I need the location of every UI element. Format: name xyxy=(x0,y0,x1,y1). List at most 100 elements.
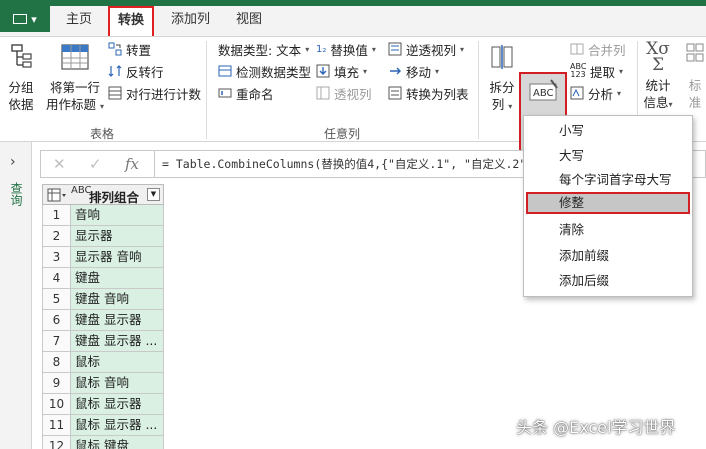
table-row[interactable]: 9 鼠标 音响 xyxy=(42,373,164,394)
fill-label: 填充 xyxy=(334,64,360,80)
row-index: 9 xyxy=(43,373,71,393)
table-row[interactable]: 2 显示器 xyxy=(42,226,164,247)
standard-label-1: 标 xyxy=(688,78,702,93)
table-row[interactable]: 6 键盘 显示器 xyxy=(42,310,164,331)
table-row[interactable]: 4 键盘 xyxy=(42,268,164,289)
merge-columns-button[interactable]: 合并列 xyxy=(570,39,626,59)
stats-label-2: 信息 xyxy=(643,95,669,110)
fx-icon[interactable]: fx xyxy=(125,155,139,173)
table-row[interactable]: 10 鼠标 显示器 xyxy=(42,394,164,415)
replace-values-dropdown[interactable]: 1₂ 替换值 ▾ xyxy=(316,39,376,59)
use-first-row-headers-button[interactable]: 将第一行 用作标题 ▾ xyxy=(44,43,106,115)
format-text-icon: ABC xyxy=(529,79,558,101)
table-row[interactable]: 7 键盘 显示器 ... xyxy=(42,331,164,352)
move-icon xyxy=(390,67,401,75)
convert-to-list-button[interactable]: 转换为列表 xyxy=(388,83,469,103)
pivot-icon xyxy=(316,86,330,100)
menu-item-lowercase[interactable]: 小写 xyxy=(532,120,682,142)
cell-value[interactable]: 键盘 xyxy=(71,268,163,288)
first-row-label-2: 用作标题 xyxy=(45,97,96,112)
queries-label[interactable]: 查询 xyxy=(8,182,25,206)
tab-add-column[interactable]: 添加列 xyxy=(171,10,210,34)
cell-value[interactable]: 鼠标 显示器 xyxy=(71,394,163,414)
cell-value[interactable]: 显示器 音响 xyxy=(71,247,163,267)
tab-home[interactable]: 主页 xyxy=(66,10,92,34)
row-index: 3 xyxy=(43,247,71,267)
rename-button[interactable]: 重命名 xyxy=(218,83,274,103)
close-icon[interactable]: ✕ xyxy=(53,155,66,173)
split-column-button[interactable]: 拆分 列 ▾ xyxy=(486,43,518,115)
table-menu-icon[interactable] xyxy=(47,188,67,202)
detect-data-type-button[interactable]: 检测数据类型 xyxy=(218,61,311,81)
move-dropdown[interactable]: 移动 ▾ xyxy=(388,61,439,81)
extract-dropdown[interactable]: ABC 123 提取 ▾ xyxy=(570,61,623,81)
data-type-dropdown[interactable]: 数据类型: 文本 ▾ xyxy=(218,39,309,59)
check-icon[interactable]: ✓ xyxy=(89,155,102,173)
cell-value[interactable]: 键盘 显示器 ... xyxy=(71,331,163,351)
reverse-rows-button[interactable]: 反转行 xyxy=(108,61,164,81)
extract-label: 提取 xyxy=(590,64,616,80)
extract-icon: ABC 123 xyxy=(570,62,587,79)
count-rows-button[interactable]: 对行进行计数 xyxy=(108,83,201,103)
tab-view[interactable]: 视图 xyxy=(236,10,262,34)
column-header[interactable]: ABC 排列组合 ▼ xyxy=(42,184,164,205)
rename-label: 重命名 xyxy=(236,86,274,102)
chevron-right-icon[interactable]: › xyxy=(10,154,16,170)
split-column-icon xyxy=(491,45,513,69)
divider xyxy=(478,41,479,139)
cell-value[interactable]: 鼠标 音响 xyxy=(71,373,163,393)
filter-dropdown-icon[interactable]: ▼ xyxy=(147,188,160,201)
tab-transform[interactable]: 转换 xyxy=(108,6,155,36)
table-row[interactable]: 12 鼠标 键盘 xyxy=(42,436,164,449)
detect-type-icon xyxy=(218,65,232,77)
file-menu-button[interactable]: ▾ xyxy=(0,6,50,32)
parse-dropdown[interactable]: 分析 ▾ xyxy=(570,83,621,103)
cell-value[interactable]: 显示器 xyxy=(71,226,163,246)
fill-dropdown[interactable]: 填充 ▾ xyxy=(316,61,367,81)
cell-value[interactable]: 鼠标 显示器 ... xyxy=(71,415,163,435)
cell-value[interactable]: 鼠标 xyxy=(71,352,163,372)
chevron-down-icon: ▾ xyxy=(617,88,622,98)
parse-label: 分析 xyxy=(588,86,614,102)
transpose-button[interactable]: 转置 xyxy=(108,39,151,59)
chevron-down-icon: ▾ xyxy=(371,44,376,54)
menu-item-add-suffix[interactable]: 添加后缀 xyxy=(532,270,682,292)
formula-input[interactable]: = Table.CombineColumns(替换的值4,{"自定义.1", "… xyxy=(162,156,533,172)
unpivot-columns-dropdown[interactable]: 逆透视列 ▾ xyxy=(388,39,464,59)
table-row[interactable]: 11 鼠标 显示器 ... xyxy=(42,415,164,436)
table-row[interactable]: 3 显示器 音响 xyxy=(42,247,164,268)
table-row[interactable]: 5 键盘 音响 xyxy=(42,289,164,310)
transpose-icon xyxy=(108,42,122,56)
menu-item-clean[interactable]: 清除 xyxy=(532,219,682,241)
fill-down-icon xyxy=(316,64,330,78)
group-by-label: 分组 依据 xyxy=(8,80,34,112)
unpivot-label: 逆透视列 xyxy=(406,42,457,58)
row-index: 6 xyxy=(43,310,71,330)
menu-item-uppercase[interactable]: 大写 xyxy=(532,145,682,167)
list-icon xyxy=(388,86,402,100)
count-rows-icon xyxy=(108,86,122,100)
table-row[interactable]: 1 音响 xyxy=(42,205,164,226)
table-row[interactable]: 8 鼠标 xyxy=(42,352,164,373)
statistics-button[interactable]: Χσ Σ 统计 信息▾ xyxy=(642,41,674,113)
group-by-button[interactable]: 分组 依据 xyxy=(6,43,36,113)
to-list-label: 转换为列表 xyxy=(406,86,469,102)
standard-button[interactable]: 标 准 xyxy=(684,41,706,111)
cell-value[interactable]: 音响 xyxy=(71,205,163,225)
cell-value[interactable]: 鼠标 键盘 xyxy=(71,436,163,449)
cell-value[interactable]: 键盘 音响 xyxy=(71,289,163,309)
menu-item-add-prefix[interactable]: 添加前缀 xyxy=(532,245,682,267)
standard-ops-icon xyxy=(686,43,704,62)
data-type-label: 数据类型: 文本 xyxy=(218,42,302,58)
table-group-label: 表格 xyxy=(90,127,115,141)
pivot-column-button[interactable]: 透视列 xyxy=(316,83,372,103)
row-index: 8 xyxy=(43,352,71,372)
row-index: 5 xyxy=(43,289,71,309)
table-header-icon xyxy=(61,44,89,70)
divider xyxy=(154,151,155,177)
chevron-down-icon: ▾ xyxy=(508,102,513,111)
cell-value[interactable]: 键盘 显示器 xyxy=(71,310,163,330)
menu-item-trim[interactable]: 修整 xyxy=(526,192,690,214)
watermark: 头条 @Excel学习世界 xyxy=(516,418,676,437)
menu-item-capitalize[interactable]: 每个字词首字母大写 xyxy=(532,169,682,191)
